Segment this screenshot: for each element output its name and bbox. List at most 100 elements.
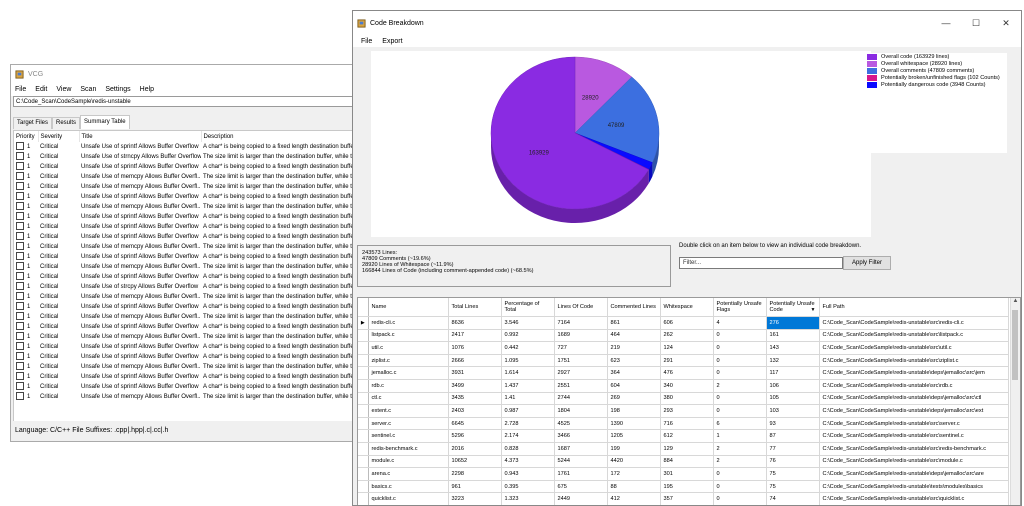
file-cell[interactable]: 75 [766, 467, 820, 481]
file-cell[interactable]: 219 [607, 341, 661, 355]
file-cell[interactable]: 0 [713, 467, 767, 481]
scroll-thumb[interactable] [1012, 310, 1018, 380]
maximize-button[interactable]: ☐ [961, 18, 991, 29]
file-cell[interactable]: C:\Code_Scan\CodeSample\redis-unstable\d… [819, 404, 1009, 418]
file-cell[interactable]: C:\Code_Scan\CodeSample\redis-unstable\s… [819, 455, 1009, 469]
file-cell[interactable]: 105 [766, 392, 820, 406]
file-cell[interactable]: 727 [554, 341, 608, 355]
file-cell[interactable]: 1687 [554, 442, 608, 456]
file-cell[interactable]: 2 [713, 379, 767, 393]
close-button[interactable]: ✕ [991, 18, 1021, 29]
file-cell[interactable]: C:\Code_Scan\CodeSample\redis-unstable\s… [819, 429, 1009, 443]
file-cell[interactable]: 380 [660, 392, 714, 406]
vcg-menu-settings[interactable]: Settings [105, 86, 130, 93]
file-cell[interactable]: C:\Code_Scan\CodeSample\redis-unstable\d… [819, 366, 1009, 380]
column-lines-of-code[interactable]: Lines Of Code [554, 298, 608, 317]
file-cell[interactable]: server.c [368, 417, 449, 431]
row-header[interactable] [358, 329, 369, 343]
file-cell[interactable]: 7164 [554, 316, 608, 330]
file-row[interactable]: rdb.c 3499 1.437 2551 604 340 2 106 C:\Code_Scan… [358, 379, 1009, 393]
result-row[interactable]: 1 Critical Unsafe Use of sprintf Allows Bu… [14, 252, 354, 262]
file-cell[interactable]: 0.442 [501, 341, 555, 355]
file-cell[interactable]: sentinel.c [368, 429, 449, 443]
file-cell[interactable]: 1689 [554, 329, 608, 343]
file-cell[interactable]: 117 [766, 366, 820, 380]
file-cell[interactable]: 604 [607, 379, 661, 393]
result-row[interactable]: 1 Critical Unsafe Use of memcpy Allows Buf… [14, 332, 354, 342]
row-checkbox[interactable] [16, 202, 24, 211]
row-checkbox[interactable] [16, 222, 24, 231]
column-potentially-unsafe-code[interactable]: Potentially Unsafe Code ▼ [766, 298, 820, 317]
row-checkbox[interactable] [16, 212, 24, 221]
file-cell[interactable]: 88 [607, 480, 661, 494]
file-cell[interactable]: 3466 [554, 429, 608, 443]
file-row[interactable]: ziplist.c 2666 1.095 1751 623 291 0 132 C:\Code_… [358, 354, 1009, 368]
column-percentage-of-total[interactable]: Percentage of Total [501, 298, 555, 317]
file-cell[interactable]: 76 [766, 455, 820, 469]
row-header[interactable] [358, 379, 369, 393]
row-header[interactable] [358, 417, 369, 431]
file-cell[interactable]: redis-benchmark.c [368, 442, 449, 456]
file-cell[interactable]: 861 [607, 316, 661, 330]
row-checkbox[interactable] [16, 142, 24, 151]
file-cell[interactable]: 3435 [448, 392, 502, 406]
row-checkbox[interactable] [16, 162, 24, 171]
file-cell[interactable]: 195 [660, 480, 714, 494]
file-cell[interactable]: 2.728 [501, 417, 555, 431]
file-cell[interactable]: 623 [607, 354, 661, 368]
row-header[interactable] [358, 392, 369, 406]
row-checkbox[interactable] [16, 342, 24, 351]
file-cell[interactable]: 0 [713, 354, 767, 368]
file-cell[interactable]: 612 [660, 429, 714, 443]
file-cell[interactable]: 2417 [448, 329, 502, 343]
file-cell[interactable]: 124 [660, 341, 714, 355]
file-cell[interactable]: 143 [766, 341, 820, 355]
result-row[interactable]: 1 Critical Unsafe Use of sprintf Allows Bu… [14, 142, 354, 152]
row-checkbox[interactable] [16, 332, 24, 341]
file-cell[interactable]: C:\Code_Scan\CodeSample\redis-unstable\s… [819, 316, 1009, 330]
file-cell[interactable]: 0.987 [501, 404, 555, 418]
row-checkbox[interactable] [16, 382, 24, 391]
file-cell[interactable]: arena.c [368, 467, 449, 481]
file-cell[interactable]: 2403 [448, 404, 502, 418]
row-checkbox[interactable] [16, 242, 24, 251]
file-cell[interactable]: 0.395 [501, 480, 555, 494]
file-cell[interactable]: 0 [713, 329, 767, 343]
filter-input[interactable]: Filter... [679, 257, 843, 269]
result-row[interactable]: 1 Critical Unsafe Use of sprintf Allows Bu… [14, 322, 354, 332]
file-cell[interactable]: 4 [713, 316, 767, 330]
result-row[interactable]: 1 Critical Unsafe Use of memcpy Allows Buf… [14, 362, 354, 372]
file-cell[interactable]: 4420 [607, 455, 661, 469]
file-cell[interactable]: 6 [713, 417, 767, 431]
file-cell[interactable]: 262 [660, 329, 714, 343]
file-cell[interactable]: 293 [660, 404, 714, 418]
result-row[interactable]: 1 Critical Unsafe Use of sprintf Allows Bu… [14, 212, 354, 222]
file-row[interactable]: extent.c 2403 0.987 1804 198 293 0 103 C:\Code_S… [358, 404, 1009, 418]
file-cell[interactable]: 5296 [448, 429, 502, 443]
file-cell[interactable]: 301 [660, 467, 714, 481]
file-cell[interactable]: 1751 [554, 354, 608, 368]
row-header[interactable] [358, 455, 369, 469]
file-cell[interactable]: C:\Code_Scan\CodeSample\redis-unstable\d… [819, 467, 1009, 481]
row-header[interactable] [358, 480, 369, 494]
file-cell[interactable]: 199 [607, 442, 661, 456]
file-cell[interactable]: C:\Code_Scan\CodeSample\redis-unstable\s… [819, 341, 1009, 355]
file-cell[interactable]: 103 [766, 404, 820, 418]
file-row[interactable]: listpack.c 2417 0.992 1689 464 262 0 161 C:\Code… [358, 329, 1009, 343]
row-checkbox[interactable] [16, 152, 24, 161]
result-row[interactable]: 1 Critical Unsafe Use of sprintf Allows Bu… [14, 232, 354, 242]
file-cell[interactable]: C:\Code_Scan\CodeSample\redis-unstable\s… [819, 442, 1009, 456]
file-cell[interactable]: 161 [766, 329, 820, 343]
file-cell[interactable]: 3.546 [501, 316, 555, 330]
row-checkbox[interactable] [16, 252, 24, 261]
file-row[interactable]: util.c 1076 0.442 727 219 124 0 143 C:\Code_Scan… [358, 341, 1009, 355]
file-row[interactable]: quicklist.c 3223 1.323 2449 412 357 0 74 C:\Code… [358, 492, 1009, 505]
row-checkbox[interactable] [16, 392, 24, 401]
file-cell[interactable]: 340 [660, 379, 714, 393]
file-cell[interactable]: ctl.c [368, 392, 449, 406]
file-cell[interactable]: 1205 [607, 429, 661, 443]
vcg-window[interactable]: VCG File Edit View Scan Settings Help C:\Code… [10, 64, 356, 442]
row-checkbox[interactable] [16, 182, 24, 191]
vcg-column-priority[interactable]: Priority [14, 131, 39, 142]
row-checkbox[interactable] [16, 172, 24, 181]
